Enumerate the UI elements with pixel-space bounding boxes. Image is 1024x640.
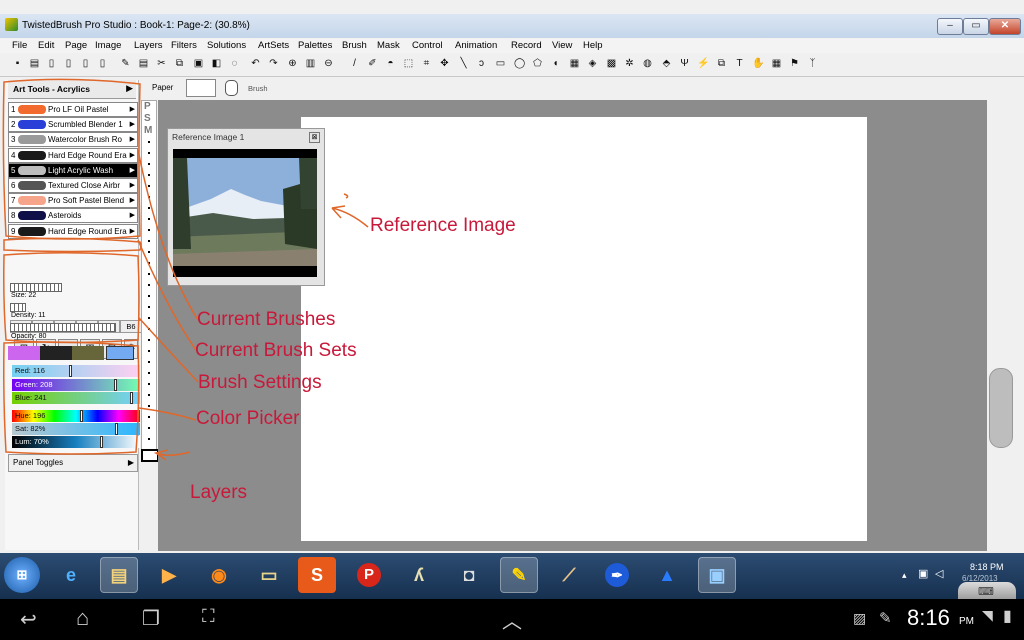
krita-icon[interactable]: ▲ [648,557,686,593]
home-icon[interactable]: ⌂ [76,605,89,631]
annotation-layers: Layers [190,482,248,503]
status-time: 8:16 [907,605,950,630]
expand-up-icon[interactable]: ︿ [502,605,522,634]
p-app-icon[interactable]: P [350,557,388,593]
status-ampm: PM [959,616,974,627]
back-icon[interactable]: ↩ [20,607,37,632]
android-navigation-bar: ↩ ⌂ ❐ ⛶ ︿ ▨ ✎ 8:16 PM ◥ ▮ [0,599,1024,640]
internet-explorer-icon[interactable]: e [52,557,90,593]
wifi-icon: ◥ [982,607,993,623]
start-icon[interactable]: ⊞ [4,557,40,593]
firefox-icon[interactable]: ◉ [200,557,238,593]
painter-brush-icon[interactable]: ⟋ [550,557,588,593]
annotation-color-picker: Color Picker [196,408,300,429]
screenshot-icon[interactable]: ⛶ [202,606,215,627]
recent-apps-icon[interactable]: ❐ [142,606,160,631]
annotation-current-brush-sets: Current Brush Sets [195,340,357,361]
camera-icon[interactable]: ◘ [450,557,488,593]
annotation-reference-image: Reference Image [370,215,516,236]
display-icon[interactable]: ▣ [698,557,736,593]
folder-icon[interactable]: ▭ [250,557,288,593]
media-player-icon[interactable]: ▶ [150,557,188,593]
twistedbrush-icon[interactable]: ✎ [500,557,538,593]
keyboard-tab-icon[interactable]: ⌨ [958,582,1016,600]
annotation-strokes [2,78,369,461]
artrage-icon[interactable]: ʎ [400,557,438,593]
taskbar-clock-time[interactable]: 8:18 PM [970,562,1004,572]
sketchbook-icon[interactable]: S [298,557,336,593]
tray-arrow-icon[interactable]: ▴ [902,570,907,581]
tray-network-icon[interactable]: ▣ [918,567,928,580]
pen-notification-icon[interactable]: ✎ [879,609,892,627]
annotation-brush-settings: Brush Settings [198,372,322,393]
tray-volume-icon[interactable]: ◁ [935,567,943,580]
pen-app-icon[interactable]: ✒ [598,557,636,593]
battery-icon: ▮ [1003,608,1012,625]
annotation-current-brushes: Current Brushes [197,309,336,330]
gallery-icon[interactable]: ▨ [853,610,866,627]
explorer-icon[interactable]: ▤ [100,557,138,593]
